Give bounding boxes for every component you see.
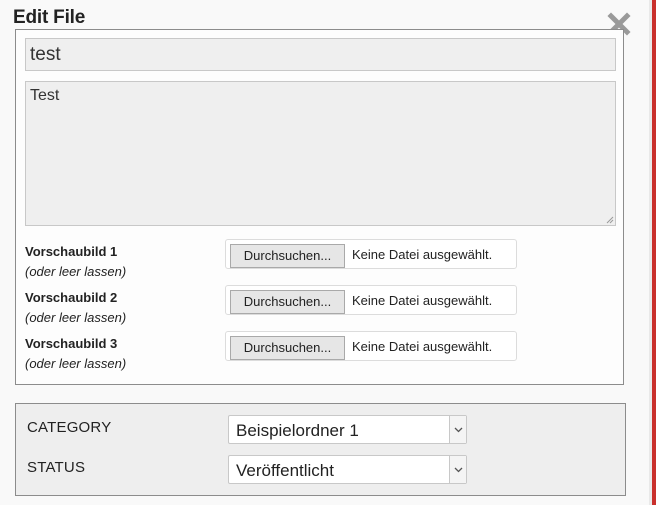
category-selected-value: Beispielordner 1	[236, 421, 359, 440]
thumbnail-hint: (oder leer lassen)	[25, 356, 127, 371]
status-select[interactable]: Veröffentlicht	[228, 455, 467, 484]
thumbnail-file-picker[interactable]: Durchsuchen... Keine Datei ausgewählt.	[225, 239, 517, 269]
file-status-text: Keine Datei ausgewählt.	[352, 339, 493, 354]
window-edge-accent	[652, 0, 656, 505]
category-dropdown-toggle[interactable]	[449, 416, 466, 443]
dialog-title: Edit File	[13, 7, 86, 28]
category-label: CATEGORY	[27, 419, 112, 436]
category-select[interactable]: Beispielordner 1	[228, 415, 467, 444]
browse-button[interactable]: Durchsuchen...	[230, 336, 345, 360]
thumbnail-file-picker[interactable]: Durchsuchen... Keine Datei ausgewählt.	[225, 285, 517, 315]
file-details-panel: Test Vorschaubild 1 (oder leer lassen) D…	[15, 29, 624, 385]
status-selected-value: Veröffentlicht	[236, 461, 334, 480]
thumbnail-row-3: Vorschaubild 3 (oder leer lassen) Durchs…	[25, 331, 616, 380]
file-title-input[interactable]	[25, 38, 616, 71]
file-status-text: Keine Datei ausgewählt.	[352, 247, 493, 262]
thumbnail-file-picker[interactable]: Durchsuchen... Keine Datei ausgewählt.	[225, 331, 517, 361]
file-meta-panel: CATEGORY Beispielordner 1 STATUS Veröffe…	[15, 403, 626, 496]
thumbnail-hint: (oder leer lassen)	[25, 310, 127, 325]
thumbnail-hint: (oder leer lassen)	[25, 264, 127, 279]
file-description-textarea[interactable]: Test	[25, 81, 616, 226]
status-dropdown-toggle[interactable]	[449, 456, 466, 483]
chevron-down-icon	[454, 427, 463, 433]
status-label: STATUS	[27, 459, 86, 476]
chevron-down-icon	[454, 467, 463, 473]
file-status-text: Keine Datei ausgewählt.	[352, 293, 493, 308]
resize-grip-icon[interactable]	[605, 215, 614, 224]
browse-button[interactable]: Durchsuchen...	[230, 290, 345, 314]
thumbnail-label: Vorschaubild 2	[25, 290, 118, 305]
browse-button[interactable]: Durchsuchen...	[230, 244, 345, 268]
thumbnail-label: Vorschaubild 3	[25, 336, 118, 351]
thumbnail-row-1: Vorschaubild 1 (oder leer lassen) Durchs…	[25, 239, 616, 288]
thumbnail-row-2: Vorschaubild 2 (oder leer lassen) Durchs…	[25, 285, 616, 334]
thumbnail-label: Vorschaubild 1	[25, 244, 118, 259]
